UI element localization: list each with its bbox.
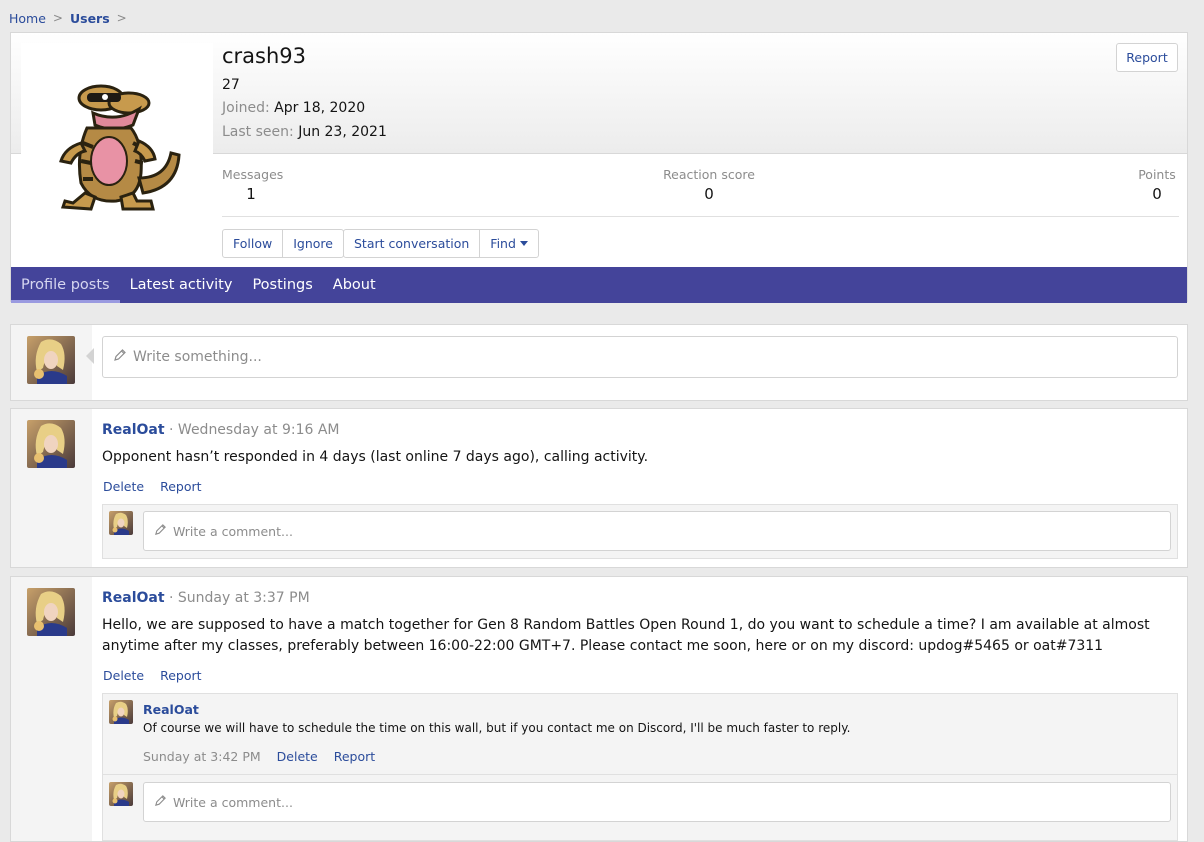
delete-button[interactable]: Delete — [103, 668, 144, 683]
tab-profile-posts[interactable]: Profile posts — [11, 267, 120, 303]
comment-section: Write a comment... — [102, 504, 1178, 559]
profile-tabs: Profile posts Latest activity Postings A… — [11, 267, 1187, 303]
tab-postings[interactable]: Postings — [242, 267, 322, 303]
write-something-placeholder: Write something... — [133, 349, 262, 365]
profile-card: crash93 27 Joined: Apr 18, 2020 Last see… — [10, 32, 1188, 303]
profile-avatar[interactable] — [21, 43, 213, 235]
pencil-icon — [154, 523, 167, 539]
joined-label: Joined: — [222, 100, 270, 116]
profile-age: 27 — [222, 77, 240, 93]
caret-down-icon — [519, 241, 528, 246]
stat-messages-label: Messages — [222, 167, 284, 182]
stat-points-value: 0 — [1152, 185, 1162, 203]
profile-post: RealOat · Sunday at 3:37 PM Hello, we ar… — [10, 576, 1188, 842]
comment-timestamp[interactable]: Sunday at 3:42 PM — [143, 749, 261, 764]
chevron-right-icon: > — [52, 11, 63, 25]
conversation-find-group: Start conversation Find — [343, 229, 539, 258]
profile-stats: Messages 1 Reaction score 0 Points 0 — [222, 167, 1179, 217]
write-comment-placeholder: Write a comment... — [173, 794, 293, 810]
comment-divider — [103, 774, 1177, 775]
delete-button[interactable]: Delete — [103, 479, 144, 494]
pencil-icon — [154, 794, 167, 810]
comment-body: Of course we will have to schedule the t… — [143, 721, 851, 735]
user-avatar-icon — [109, 782, 133, 806]
avatar[interactable] — [109, 511, 133, 535]
report-button[interactable]: Report — [160, 668, 201, 683]
breadcrumb-users[interactable]: Users — [70, 11, 110, 26]
post-actions: Delete Report — [103, 668, 202, 683]
user-avatar-icon — [27, 588, 75, 636]
breadcrumb-home[interactable]: Home — [9, 11, 46, 26]
delete-button[interactable]: Delete — [277, 749, 318, 764]
post-body: Hello, we are supposed to have a match t… — [102, 617, 1150, 654]
stat-reaction-label: Reaction score — [663, 167, 755, 182]
profile-post-composer: Write something... — [10, 324, 1188, 401]
user-avatar-icon — [27, 336, 75, 384]
avatar[interactable] — [27, 588, 75, 636]
follow-button[interactable]: Follow — [223, 230, 282, 257]
profile-username: crash93 — [222, 44, 307, 68]
stat-reaction-score: Reaction score 0 — [659, 167, 759, 203]
user-avatar-icon — [109, 511, 133, 535]
stat-messages[interactable]: Messages 1 — [222, 167, 284, 203]
stat-messages-value: 1 — [246, 185, 256, 203]
chevron-right-icon: > — [116, 11, 127, 25]
post-author-link[interactable]: RealOat — [102, 422, 165, 438]
report-button[interactable]: Report — [334, 749, 375, 764]
find-label: Find — [490, 236, 516, 251]
avatar[interactable] — [27, 420, 75, 468]
start-conversation-button[interactable]: Start conversation — [344, 230, 479, 257]
write-comment-placeholder: Write a comment... — [173, 523, 293, 539]
write-something-input[interactable]: Write something... — [102, 336, 1178, 378]
report-button[interactable]: Report — [160, 479, 201, 494]
user-avatar-icon — [27, 420, 75, 468]
post-header: RealOat · Wednesday at 9:16 AM — [102, 422, 339, 438]
profile-post: RealOat · Wednesday at 9:16 AM Opponent … — [10, 408, 1188, 568]
stat-points-label: Points — [1138, 167, 1176, 182]
comment-meta: Sunday at 3:42 PM Delete Report — [143, 749, 375, 764]
comment-section: RealOat Of course we will have to schedu… — [102, 693, 1178, 841]
profile-joined: Joined: Apr 18, 2020 — [222, 100, 365, 116]
avatar[interactable] — [109, 782, 133, 806]
last-seen-value: Jun 23, 2021 — [298, 124, 387, 140]
profile-last-seen: Last seen: Jun 23, 2021 — [222, 124, 387, 140]
follow-ignore-group: Follow Ignore — [222, 229, 344, 258]
post-actions: Delete Report — [103, 479, 202, 494]
comment-author-link[interactable]: RealOat — [143, 702, 199, 717]
avatar[interactable] — [109, 700, 133, 724]
post-header: RealOat · Sunday at 3:37 PM — [102, 590, 310, 606]
post-timestamp[interactable]: · Wednesday at 9:16 AM — [169, 422, 339, 438]
joined-value: Apr 18, 2020 — [274, 100, 366, 116]
report-profile-button[interactable]: Report — [1116, 43, 1178, 72]
krookodile-avatar-icon — [59, 84, 181, 211]
tab-about[interactable]: About — [323, 267, 386, 303]
user-avatar-icon — [109, 700, 133, 724]
last-seen-label: Last seen: — [222, 124, 294, 140]
write-comment-input[interactable]: Write a comment... — [143, 782, 1171, 822]
stat-points[interactable]: Points 0 — [1135, 167, 1179, 203]
write-comment-input[interactable]: Write a comment... — [143, 511, 1171, 551]
post-body: Opponent hasn’t responded in 4 days (las… — [102, 449, 649, 465]
pencil-icon — [113, 348, 127, 366]
post-author-link[interactable]: RealOat — [102, 590, 165, 606]
find-button[interactable]: Find — [479, 230, 538, 257]
avatar[interactable] — [27, 336, 75, 384]
stat-reaction-value: 0 — [704, 185, 714, 203]
arrow-pointer-icon — [86, 348, 94, 364]
ignore-button[interactable]: Ignore — [282, 230, 343, 257]
post-timestamp[interactable]: · Sunday at 3:37 PM — [169, 590, 310, 606]
breadcrumb: Home > Users > — [9, 9, 134, 27]
tab-latest-activity[interactable]: Latest activity — [120, 267, 243, 303]
